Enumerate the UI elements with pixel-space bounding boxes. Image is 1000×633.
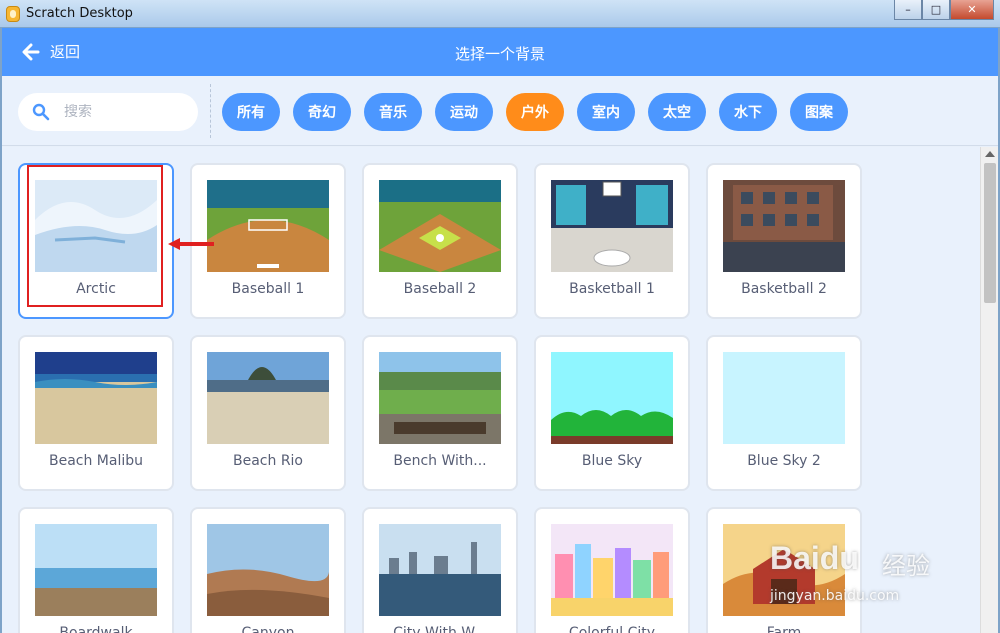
backdrop-thumbnail bbox=[35, 352, 157, 444]
backdrop-label: Boardwalk bbox=[59, 625, 133, 633]
tag-button[interactable]: 音乐 bbox=[364, 93, 422, 131]
backdrop-thumbnail bbox=[207, 180, 329, 272]
backdrop-label: Blue Sky 2 bbox=[747, 453, 821, 469]
window-controls: – □ ✕ bbox=[894, 0, 994, 20]
backdrop-card[interactable]: Baseball 2 bbox=[362, 163, 518, 319]
scrollbar[interactable] bbox=[980, 147, 998, 633]
backdrop-card[interactable]: City With W... bbox=[362, 507, 518, 633]
backdrop-card[interactable]: Baseball 1 bbox=[190, 163, 346, 319]
search-input[interactable] bbox=[64, 104, 184, 120]
backdrop-card[interactable]: Boardwalk bbox=[18, 507, 174, 633]
tag-button[interactable]: 水下 bbox=[719, 93, 777, 131]
tag-button[interactable]: 户外 bbox=[506, 93, 564, 131]
scratch-app-icon bbox=[6, 6, 20, 22]
backdrop-label: Basketball 1 bbox=[569, 281, 655, 297]
backdrop-thumbnail bbox=[723, 352, 845, 444]
backdrop-card[interactable]: Basketball 2 bbox=[706, 163, 862, 319]
tag-button[interactable]: 室内 bbox=[577, 93, 635, 131]
backdrop-card[interactable]: Canyon bbox=[190, 507, 346, 633]
window-titlebar: Scratch Desktop – □ ✕ bbox=[0, 0, 1000, 28]
backdrop-label: Beach Rio bbox=[233, 453, 303, 469]
search-icon bbox=[32, 103, 50, 121]
tag-button[interactable]: 图案 bbox=[790, 93, 848, 131]
backdrop-card[interactable]: Bench With... bbox=[362, 335, 518, 491]
tag-button[interactable]: 奇幻 bbox=[293, 93, 351, 131]
filter-bar: 所有奇幻音乐运动户外室内太空水下图案 bbox=[2, 76, 998, 146]
backdrop-thumbnail bbox=[207, 524, 329, 616]
backdrop-thumbnail bbox=[207, 352, 329, 444]
backdrop-grid: Arctic Baseball 1 Baseball 2 Basketball 1 Ba… bbox=[18, 163, 862, 633]
backdrop-label: Blue Sky bbox=[581, 453, 643, 469]
backdrop-thumbnail bbox=[551, 352, 673, 444]
close-button[interactable]: ✕ bbox=[950, 0, 994, 20]
filter-divider bbox=[210, 84, 211, 138]
backdrop-label: Basketball 2 bbox=[741, 281, 827, 297]
backdrop-label: City With W... bbox=[393, 625, 487, 633]
backdrop-label: Colorful City bbox=[568, 625, 656, 633]
backdrop-label: Canyon bbox=[241, 625, 295, 633]
maximize-button[interactable]: □ bbox=[922, 0, 950, 20]
backdrop-label: Farm bbox=[766, 625, 802, 633]
backdrop-label: Baseball 2 bbox=[403, 281, 477, 297]
backdrop-card[interactable]: Colorful City bbox=[534, 507, 690, 633]
backdrop-thumbnail bbox=[551, 524, 673, 616]
scroll-thumb[interactable] bbox=[984, 163, 996, 303]
library-header: 返回 选择一个背景 bbox=[2, 28, 998, 76]
backdrop-thumbnail bbox=[723, 180, 845, 272]
backdrop-label: Bench With... bbox=[393, 453, 487, 469]
tag-button[interactable]: 所有 bbox=[222, 93, 280, 131]
backdrop-card[interactable]: Blue Sky bbox=[534, 335, 690, 491]
backdrop-label: Arctic bbox=[76, 281, 116, 297]
page-title: 选择一个背景 bbox=[454, 45, 545, 63]
backdrop-thumbnail bbox=[379, 524, 501, 616]
scroll-up-icon[interactable] bbox=[985, 151, 995, 157]
backdrop-label: Beach Malibu bbox=[48, 453, 143, 469]
backdrop-card[interactable]: Beach Rio bbox=[190, 335, 346, 491]
tag-button[interactable]: 运动 bbox=[435, 93, 493, 131]
backdrop-thumbnail bbox=[723, 524, 845, 616]
backdrop-thumbnail bbox=[379, 180, 501, 272]
search-box[interactable] bbox=[18, 93, 198, 131]
backdrop-card[interactable]: Basketball 1 bbox=[534, 163, 690, 319]
backdrop-thumbnail bbox=[379, 352, 501, 444]
backdrop-library: Arctic Baseball 1 Baseball 2 Basketball 1 Ba… bbox=[2, 147, 980, 633]
backdrop-thumbnail bbox=[35, 524, 157, 616]
backdrop-card[interactable]: Blue Sky 2 bbox=[706, 335, 862, 491]
minimize-button[interactable]: – bbox=[894, 0, 922, 20]
backdrop-thumbnail bbox=[35, 180, 157, 272]
backdrop-card[interactable]: Arctic bbox=[18, 163, 174, 319]
backdrop-card[interactable]: Beach Malibu bbox=[18, 335, 174, 491]
backdrop-label: Baseball 1 bbox=[231, 281, 305, 297]
tag-button[interactable]: 太空 bbox=[648, 93, 706, 131]
tag-list: 所有 奇幻 音乐 运动 户外 室内 太空 水下 图案 bbox=[222, 93, 861, 131]
window-title: Scratch Desktop bbox=[26, 6, 133, 21]
backdrop-thumbnail bbox=[551, 180, 673, 272]
backdrop-card[interactable]: Farm bbox=[706, 507, 862, 633]
